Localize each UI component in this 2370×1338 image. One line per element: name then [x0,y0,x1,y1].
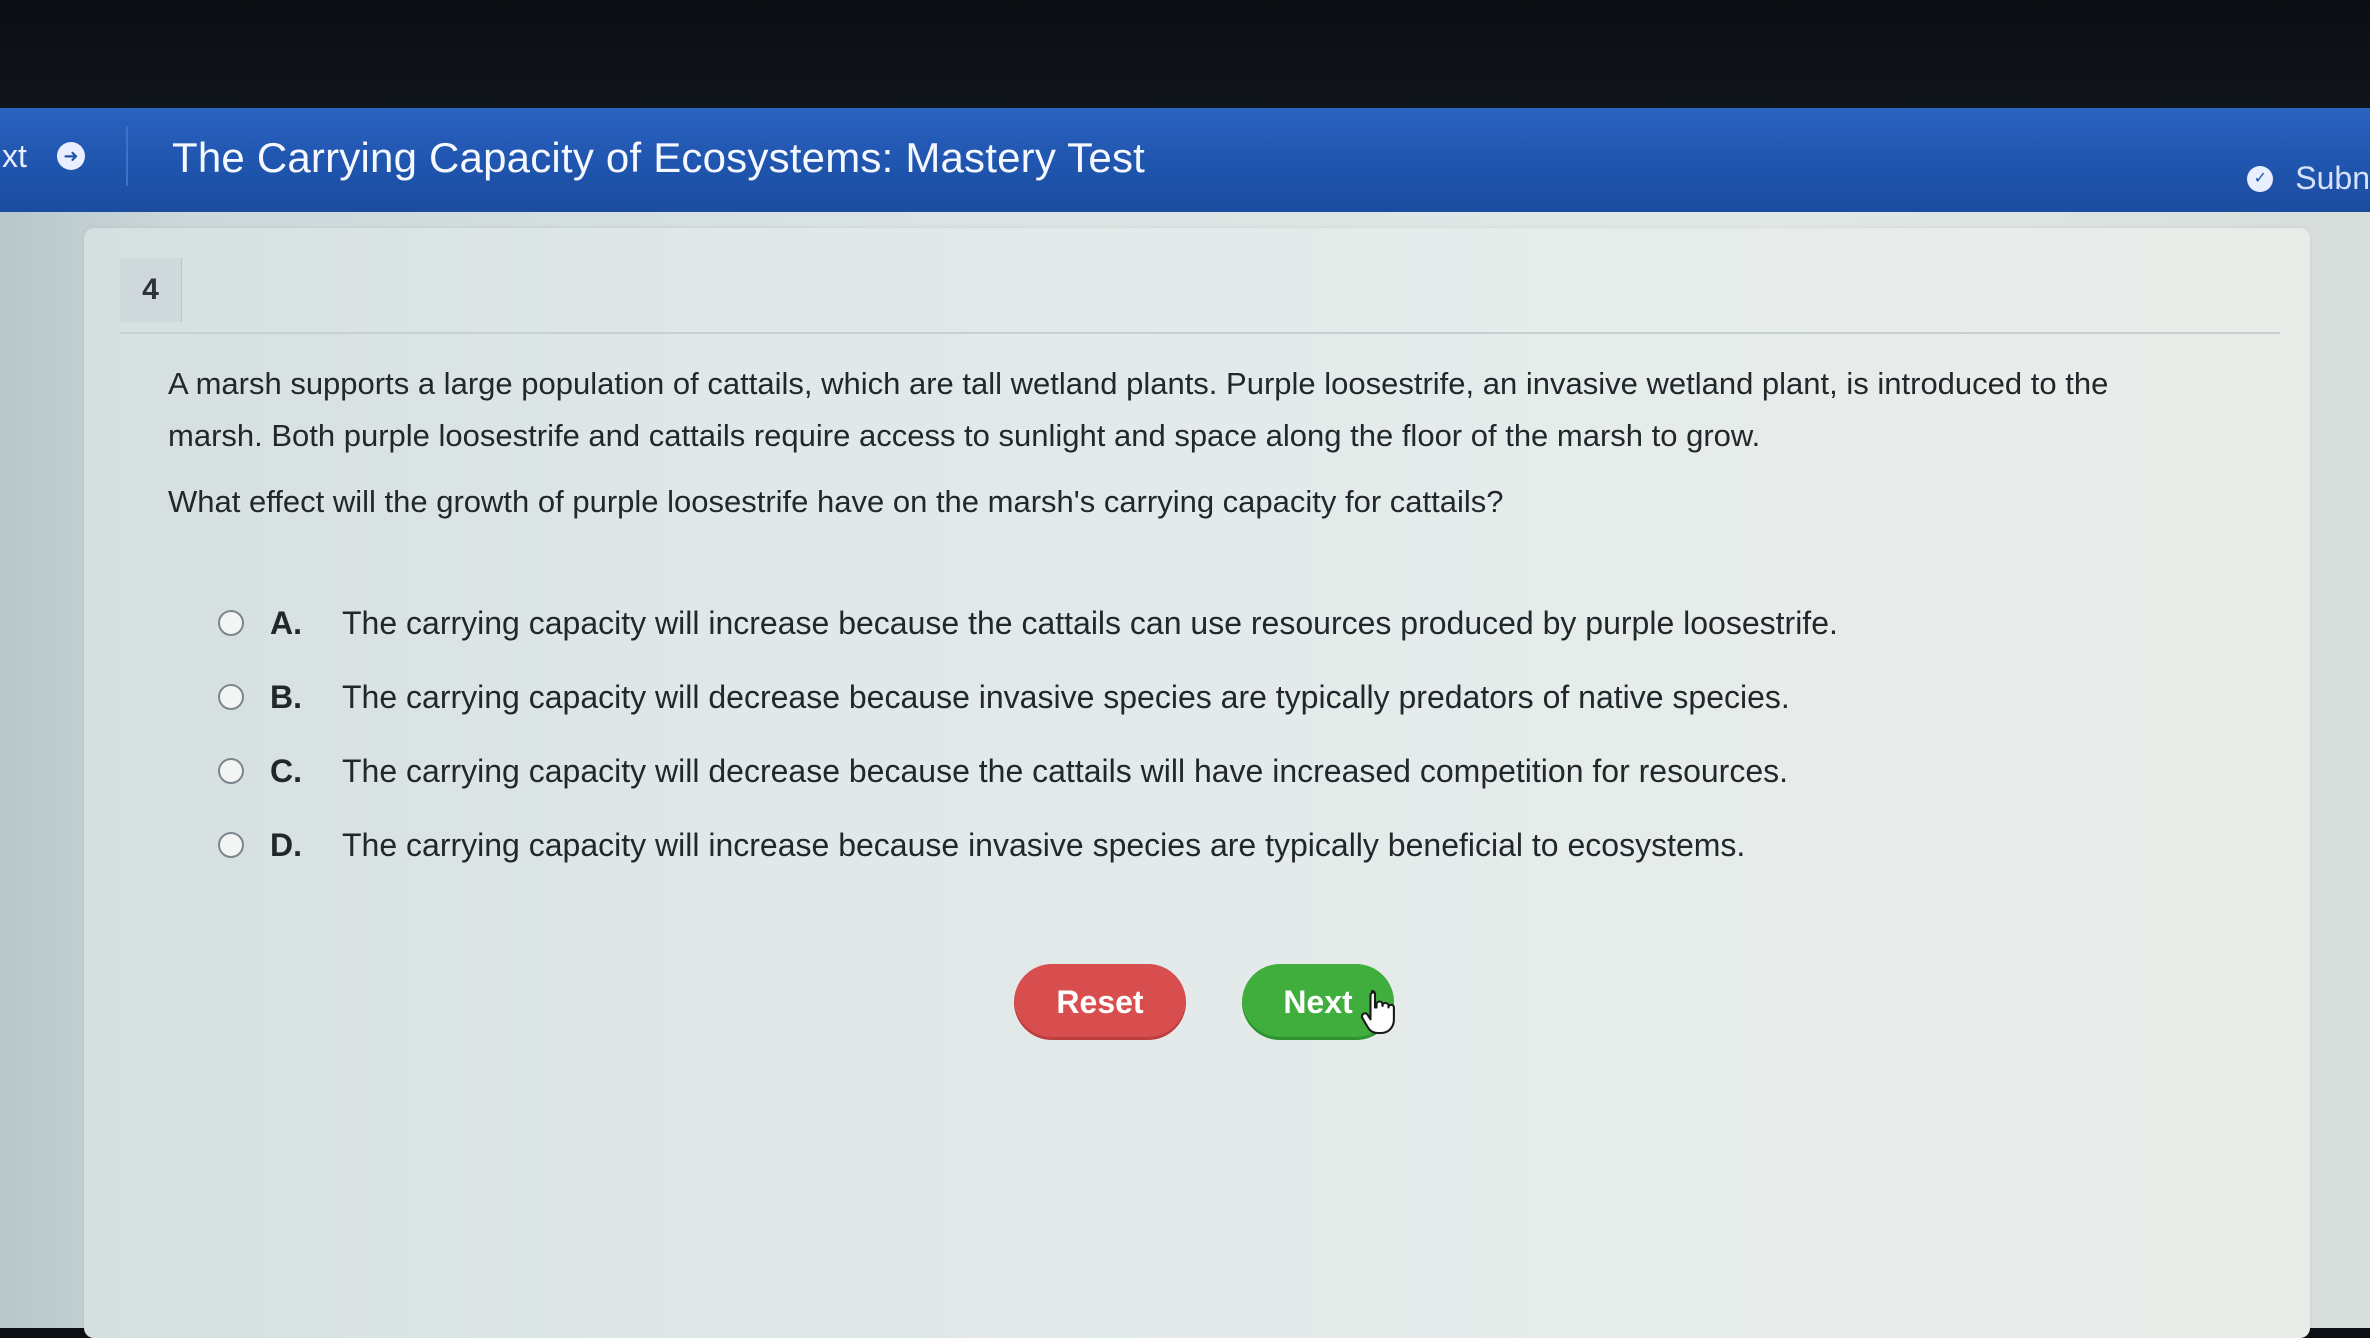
page-title: The Carrying Capacity of Ecosystems: Mas… [172,134,1146,181]
option-text: The carrying capacity will decrease beca… [342,752,1789,789]
hand-pointer-cursor-icon [1360,989,1395,1035]
option-letter: B. [270,678,302,715]
question-prompt: What effect will the growth of purple lo… [168,484,1504,519]
radio-button-a[interactable] [218,610,244,636]
option-b[interactable]: B. The carrying capacity will decrease b… [218,660,2118,734]
submit-label: Subn [2295,160,2370,196]
option-letter: D. [270,826,302,863]
question-passage: A marsh supports a large population of c… [168,366,2109,453]
radio-button-b[interactable] [218,684,244,710]
option-a[interactable]: A. The carrying capacity will increase b… [218,586,2118,660]
option-c[interactable]: C. The carrying capacity will decrease b… [218,734,2118,808]
nav-text: xt [2,137,27,174]
next-label: Next [1283,983,1353,1020]
question-number: 4 [120,258,182,322]
option-d[interactable]: D. The carrying capacity will increase b… [218,808,2118,882]
option-text: The carrying capacity will increase beca… [342,604,1838,641]
question-card: 4 A marsh supports a large population of… [84,228,2310,1338]
arrow-right-circle-icon[interactable]: ➜ [56,142,85,170]
action-buttons: Reset Next [1014,964,1395,1040]
option-text: The carrying capacity will increase beca… [342,826,1746,863]
submit-button[interactable]: ✓ Subn [2247,160,2370,197]
radio-button-c[interactable] [218,758,244,784]
option-letter: A. [270,604,302,641]
screen: xt ➜ The Carrying Capacity of Ecosystems… [0,0,2370,1338]
check-circle-icon: ✓ [2247,165,2274,192]
next-nav[interactable]: xt ➜ [0,126,128,186]
answer-options: A. The carrying capacity will increase b… [218,586,2118,882]
option-letter: C. [270,752,302,789]
option-text: The carrying capacity will decrease beca… [342,678,1790,715]
radio-button-d[interactable] [218,832,244,858]
divider [120,332,2280,334]
header-bar: xt ➜ The Carrying Capacity of Ecosystems… [0,108,2370,212]
next-button[interactable]: Next [1242,964,1395,1040]
reset-button[interactable]: Reset [1014,964,1186,1040]
